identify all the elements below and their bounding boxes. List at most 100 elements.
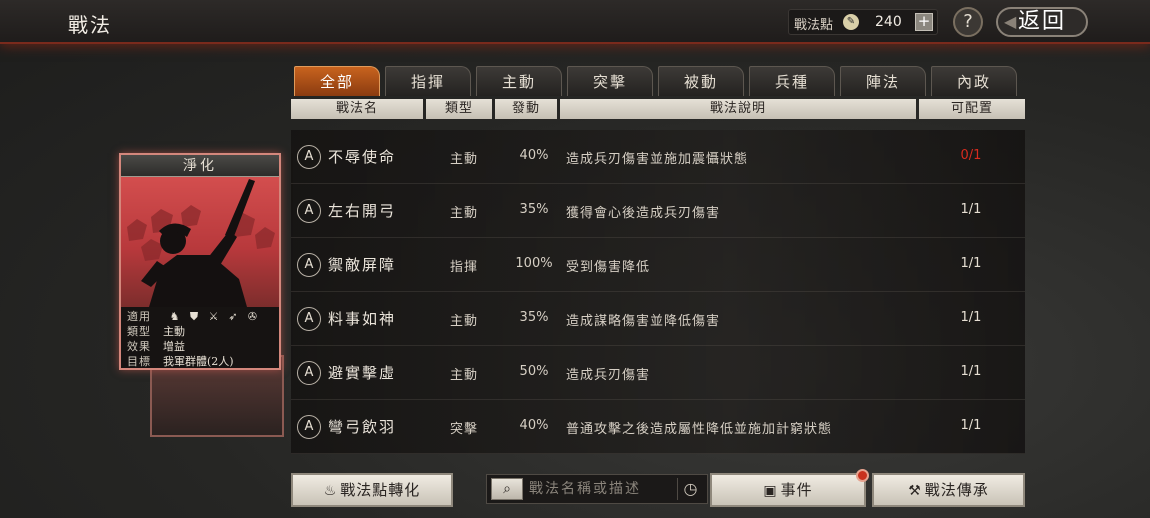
card-effect-label: 效果: [127, 340, 151, 353]
column-header-configurable[interactable]: 可配置: [919, 99, 1025, 119]
grade-badge: A: [297, 307, 321, 331]
grade-badge: A: [297, 199, 321, 223]
clock-history-icon[interactable]: ◷: [677, 478, 703, 500]
configurable-count: 1/1: [960, 256, 982, 271]
card-type-value: 主動: [163, 325, 185, 338]
table-row[interactable]: A 禦敵屏障 指揮 100% 受到傷害降低 1/1: [291, 238, 1025, 292]
tactic-description: 受到傷害降低: [566, 260, 651, 275]
activation-rate: 40%: [519, 148, 549, 163]
table-row[interactable]: A 左右開弓 主動 35% 獲得會心後造成兵刃傷害 1/1: [291, 184, 1025, 238]
tactic-description: 造成兵刃傷害: [566, 368, 651, 383]
search-bar: ⌕ ◷: [486, 474, 708, 504]
card-type-row: 類型 主動: [127, 323, 185, 339]
tactics-table: A 不辱使命 主動 40% 造成兵刃傷害並施加震懾狀態 0/1 A 左右開弓 主…: [291, 130, 1025, 456]
configurable-count: 1/1: [960, 418, 982, 433]
column-header-rate[interactable]: 發動: [495, 99, 557, 119]
search-input[interactable]: [529, 478, 669, 500]
configurable-count: 0/1: [960, 148, 982, 163]
category-tabs: 全部 指揮 主動 突擊 被動 兵種 陣法 內政: [294, 66, 1024, 96]
tactic-name: 彎弓飲羽: [328, 418, 397, 436]
activation-rate: 35%: [519, 310, 549, 325]
event-book-icon: ▣: [763, 483, 778, 499]
card-info-panel: 適用 ♞ ⛊ ⚔ ➶ ✇ 類型 主動 效果 增益 目標 我軍群體(2人): [121, 307, 279, 368]
tactic-description: 獲得會心後造成兵刃傷害: [566, 206, 721, 221]
card-artwork: [121, 177, 279, 307]
search-icon[interactable]: ⌕: [491, 478, 523, 500]
tab-active[interactable]: 主動: [476, 66, 562, 96]
activation-rate: 50%: [519, 364, 549, 379]
spear-icon: ➶: [228, 310, 238, 323]
card-applicable-row: 適用 ♞ ⛊ ⚔ ➶ ✇: [127, 308, 261, 324]
tactic-description: 普通攻擊之後造成屬性降低並施加計窮狀態: [566, 422, 833, 437]
configurable-count: 1/1: [960, 364, 982, 379]
convert-points-button[interactable]: ♨ 戰法點轉化: [291, 473, 453, 507]
wheel-icon: ✇: [247, 310, 258, 323]
tactic-point-coin-icon: ✎: [843, 14, 859, 30]
grade-badge: A: [297, 361, 321, 385]
back-label: 返回: [1017, 9, 1066, 34]
tab-command[interactable]: 指揮: [385, 66, 471, 96]
back-button[interactable]: ◀ 返回: [996, 7, 1088, 37]
tab-internal-affairs[interactable]: 內政: [931, 66, 1017, 96]
grade-badge: A: [297, 415, 321, 439]
tactic-name: 左右開弓: [328, 202, 397, 220]
column-header-name[interactable]: 戰法名: [291, 99, 423, 119]
tactic-type: 主動: [450, 206, 479, 221]
tactic-name: 不辱使命: [328, 148, 397, 166]
help-button[interactable]: ?: [953, 7, 983, 37]
flame-icon: ♨: [323, 483, 338, 499]
table-row[interactable]: A 料事如神 主動 35% 造成謀略傷害並降低傷害 1/1: [291, 292, 1025, 346]
tactic-type: 主動: [450, 314, 479, 329]
cavalry-icon: ♞: [169, 310, 180, 323]
table-row[interactable]: A 不辱使命 主動 40% 造成兵刃傷害並施加震懾狀態 0/1: [291, 130, 1025, 184]
tab-formation[interactable]: 陣法: [840, 66, 926, 96]
tactic-name: 避實擊虛: [328, 364, 397, 382]
tactic-type: 主動: [450, 368, 479, 383]
tab-assault[interactable]: 突擊: [567, 66, 653, 96]
configurable-count: 1/1: [960, 202, 982, 217]
card-effect-value: 增益: [163, 340, 185, 353]
event-button[interactable]: ▣ 事件: [710, 473, 866, 507]
tactic-type: 指揮: [450, 260, 479, 275]
notification-dot: [856, 469, 869, 482]
tactic-name: 禦敵屏障: [328, 256, 397, 274]
tactic-points-value: 240: [875, 14, 902, 30]
inherit-tactic-button[interactable]: ⚒ 戰法傳承: [872, 473, 1025, 507]
tactic-name: 料事如神: [328, 310, 397, 328]
table-header: 戰法名 類型 發動 戰法說明 可配置: [291, 99, 1025, 119]
card-target-value: 我軍群體(2人): [163, 355, 234, 368]
tab-troop-type[interactable]: 兵種: [749, 66, 835, 96]
tactic-type: 主動: [450, 152, 479, 167]
tactic-detail-card[interactable]: 淨化 適用 ♞ ⛊ ⚔ ➶ ✇ 類型 主動 效果 增益 目標 我軍群體(2人): [119, 153, 281, 370]
card-target-label: 目標: [127, 355, 151, 368]
top-bar: 戰法 戰法點 ✎ 240 + ? ◀ 返回: [0, 0, 1150, 44]
page-title: 戰法: [68, 13, 112, 37]
table-row[interactable]: A 彎弓飲羽 突擊 40% 普通攻擊之後造成屬性降低並施加計窮狀態 1/1: [291, 400, 1025, 454]
inherit-label: 戰法傳承: [924, 481, 989, 499]
tactic-description: 造成兵刃傷害並施加震懾狀態: [566, 152, 749, 167]
card-target-row: 目標 我軍群體(2人): [127, 353, 234, 369]
warrior-silhouette-art: [127, 179, 275, 307]
grade-badge: A: [297, 145, 321, 169]
card-title: 淨化: [121, 155, 279, 177]
card-applicable-label: 適用: [127, 310, 151, 323]
tactic-points-label: 戰法點: [794, 18, 834, 33]
convert-points-label: 戰法點轉化: [340, 481, 421, 499]
column-header-type[interactable]: 類型: [426, 99, 492, 119]
back-arrow-icon: ◀: [1004, 12, 1019, 31]
event-label: 事件: [780, 481, 813, 499]
tab-passive[interactable]: 被動: [658, 66, 744, 96]
column-header-description: 戰法說明: [560, 99, 916, 119]
configurable-count: 1/1: [960, 310, 982, 325]
add-points-button[interactable]: +: [915, 13, 933, 31]
crossed-swords-icon: ⚔: [208, 310, 219, 323]
tactic-description: 造成謀略傷害並降低傷害: [566, 314, 721, 329]
activation-rate: 100%: [515, 256, 553, 271]
grade-badge: A: [297, 253, 321, 277]
card-type-label: 類型: [127, 325, 151, 338]
tactic-type: 突擊: [450, 422, 479, 437]
activation-rate: 40%: [519, 418, 549, 433]
table-row[interactable]: A 避實擊虛 主動 50% 造成兵刃傷害 1/1: [291, 346, 1025, 400]
tab-all[interactable]: 全部: [294, 66, 380, 96]
activation-rate: 35%: [519, 202, 549, 217]
